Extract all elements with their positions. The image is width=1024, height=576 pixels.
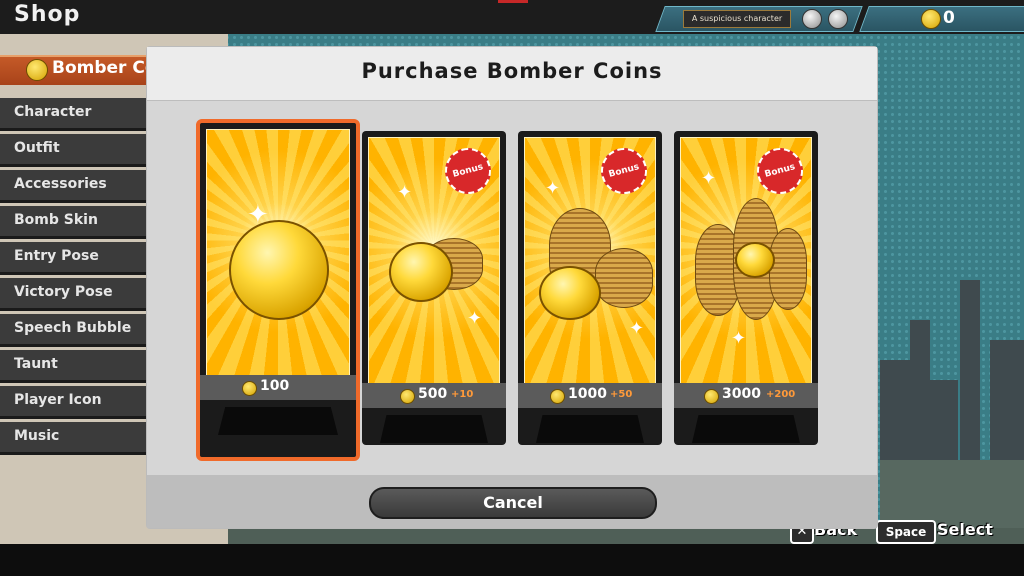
price-strip: 1000 +50 [518, 383, 662, 408]
bomber-coin-icon [242, 381, 257, 396]
category-banner-label: Bomber Coins [52, 58, 148, 78]
bottom-bar [0, 544, 1024, 576]
price-strip: 100 [200, 375, 356, 400]
card-foot [692, 415, 800, 443]
menu-item-label: Bomb Skin [14, 212, 98, 228]
pack-amount: 3000 [722, 386, 761, 402]
card-foot [536, 415, 644, 443]
coin-pack-art: ✦ ✦ Bonus [524, 137, 656, 385]
bomber-coin-icon [26, 59, 48, 81]
coin-icon [539, 266, 601, 320]
top-accent [498, 0, 528, 3]
pack-amount: 1000 [568, 386, 607, 402]
menu-item-player-icon[interactable]: Player Icon [0, 386, 146, 419]
menu-item-label: Entry Pose [14, 248, 99, 264]
coin-icon [229, 220, 329, 320]
bomber-coin-icon [550, 389, 565, 404]
menu-item-label: Outfit [14, 140, 60, 156]
bomber-coin-icon [921, 9, 941, 29]
page-title: Shop [14, 2, 81, 27]
sparkle-icon: ✦ [731, 328, 747, 349]
menu-item-label: Character [14, 104, 92, 120]
bonus-seal: Bonus [751, 142, 809, 200]
coin-pack-3000[interactable]: ✦ ✦ Bonus 3000 +200 [674, 131, 818, 445]
pack-amount: 500 [418, 386, 448, 402]
menu-item-label: Victory Pose [14, 284, 113, 300]
sparkle-icon: ✦ [629, 318, 645, 339]
select-hint[interactable]: Select [937, 520, 993, 539]
sparkle-icon: ✦ [397, 182, 413, 203]
menu-item-entry-pose[interactable]: Entry Pose [0, 242, 146, 275]
menu-item-accessories[interactable]: Accessories [0, 170, 146, 203]
rank-badge-icon [802, 9, 822, 29]
bonus-seal: Bonus [439, 142, 497, 200]
coin-pack-art: ✦ [206, 129, 350, 377]
card-foot [380, 415, 488, 443]
sparkle-icon: ✦ [701, 168, 717, 189]
pack-bonus: +200 [766, 389, 796, 400]
coin-stack-icon [769, 228, 807, 310]
menu-item-character[interactable]: Character [0, 98, 146, 131]
purchase-dialog: Purchase Bomber Coins ✦ 100 ✦ ✦ Bonus 50… [147, 47, 877, 528]
menu-item-outfit[interactable]: Outfit [0, 134, 146, 167]
coin-pack-art: ✦ ✦ Bonus [368, 137, 500, 385]
menu-item-victory-pose[interactable]: Victory Pose [0, 278, 146, 311]
coin-balance: 0 [943, 8, 955, 28]
coin-icon [389, 242, 453, 302]
trophy-badge-icon [828, 9, 848, 29]
coin-pack-100[interactable]: ✦ 100 [196, 119, 360, 461]
dialog-header: Purchase Bomber Coins [147, 47, 877, 101]
menu-item-label: Taunt [14, 356, 58, 372]
pack-amount: 100 [260, 378, 290, 394]
sparkle-icon: ✦ [247, 200, 269, 230]
menu-item-label: Player Icon [14, 392, 102, 408]
bomber-coin-icon [704, 389, 719, 404]
bomber-coin-icon [400, 389, 415, 404]
menu-item-bomb-skin[interactable]: Bomb Skin [0, 206, 146, 239]
menu-item-music[interactable]: Music [0, 422, 146, 455]
sparkle-icon: ✦ [545, 178, 561, 199]
cancel-button[interactable]: Cancel [369, 487, 657, 519]
bonus-seal: Bonus [595, 142, 653, 200]
menu-item-taunt[interactable]: Taunt [0, 350, 146, 383]
coin-stack-icon [595, 248, 653, 308]
price-strip: 500 +10 [362, 383, 506, 408]
sparkle-icon: ✦ [467, 308, 483, 329]
card-foot [218, 407, 338, 435]
pack-bonus: +10 [451, 389, 474, 400]
player-name-plate: A suspicious character [683, 10, 791, 28]
menu-item-speech-bubble[interactable]: Speech Bubble [0, 314, 146, 347]
coin-pack-art: ✦ ✦ Bonus [680, 137, 812, 385]
price-strip: 3000 +200 [674, 383, 818, 408]
menu-item-label: Accessories [14, 176, 107, 192]
coin-pack-1000[interactable]: ✦ ✦ Bonus 1000 +50 [518, 131, 662, 445]
menu-item-label: Music [14, 428, 60, 444]
coin-pack-500[interactable]: ✦ ✦ Bonus 500 +10 [362, 131, 506, 445]
space-key-icon: Space [876, 520, 936, 544]
menu-item-label: Speech Bubble [14, 320, 132, 336]
dialog-title: Purchase Bomber Coins [361, 59, 663, 83]
coin-balance-panel [859, 6, 1024, 32]
coin-icon [735, 242, 775, 278]
pack-bonus: +50 [610, 389, 633, 400]
